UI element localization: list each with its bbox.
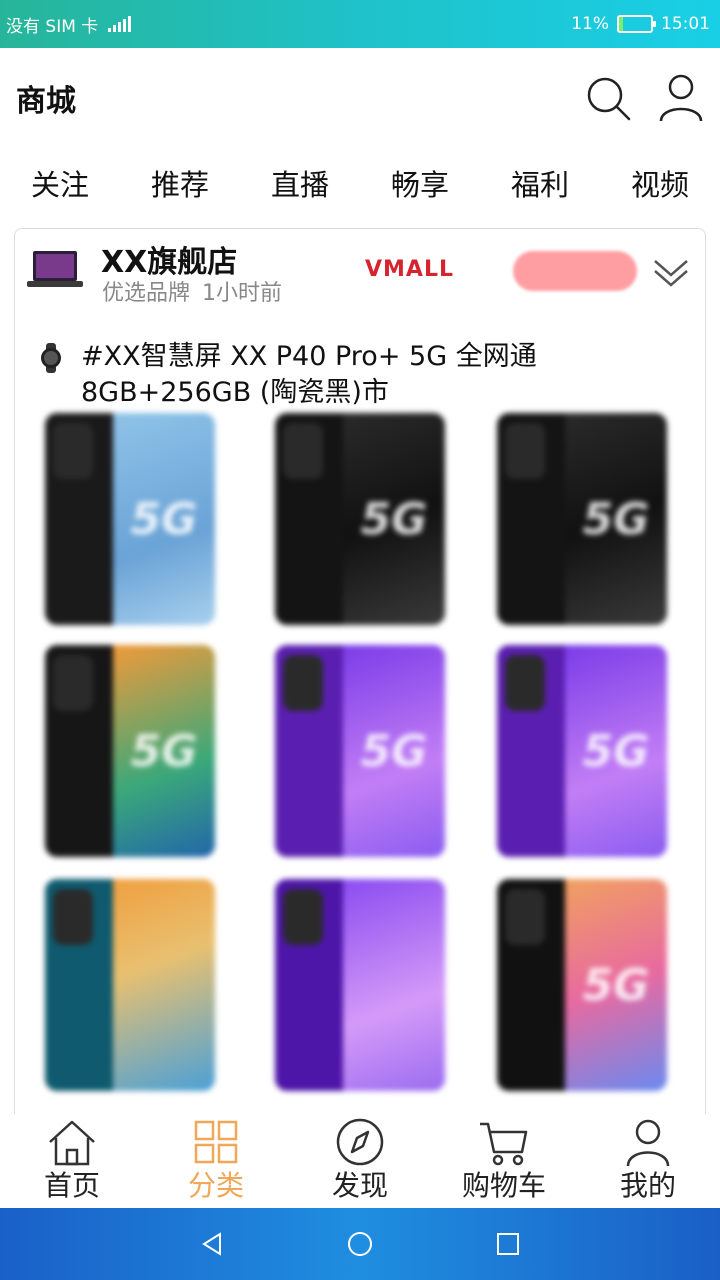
cart-icon (480, 1122, 528, 1166)
battery-fill (619, 17, 623, 31)
status-right: 11% 15:01 (571, 14, 710, 34)
clock: 15:01 (661, 14, 710, 34)
store-avatar[interactable] (27, 249, 83, 293)
post-time: 1小时前 (202, 281, 283, 306)
app-bar: 商城 (0, 48, 720, 148)
nav-label-home: 首页 (43, 1169, 100, 1202)
nav-cart[interactable]: 购物车 (439, 1114, 569, 1204)
status-bar: 没有 SIM 卡 11% 15:01 (0, 0, 720, 48)
watch-icon (41, 343, 61, 373)
carrier-text: 没有 SIM 卡 (6, 16, 99, 37)
user-icon[interactable] (658, 73, 704, 123)
post-text-line-2: 8GB+256GB (陶瓷黑)市 (81, 377, 389, 408)
tab-follow[interactable]: 关注 (31, 162, 89, 204)
page-title: 商城 (16, 84, 76, 119)
product-image[interactable]: 5G (275, 413, 445, 625)
nav-label-cart: 购物车 (461, 1169, 546, 1202)
product-image[interactable]: 5G (45, 645, 215, 857)
product-image[interactable] (275, 879, 445, 1091)
post-meta: 优选品牌 1小时前 (102, 275, 282, 307)
status-left: 没有 SIM 卡 (6, 12, 132, 37)
system-nav-bar (0, 1208, 720, 1280)
chevron-down-icon[interactable] (651, 251, 691, 291)
post-card[interactable]: XX旗舰店 优选品牌 1小时前 VMALL #XX智慧屏 XX P40 Pro+ … (14, 228, 706, 1128)
home-circle-icon[interactable] (346, 1230, 374, 1258)
post-text-line-1: #XX智慧屏 XX P40 Pro+ 5G 全网通 (81, 341, 537, 372)
tab-benefits[interactable]: 福利 (511, 162, 569, 204)
product-image[interactable] (45, 879, 215, 1091)
signal-icon (108, 16, 132, 32)
bottom-nav: 首页 分类 发现 购物车 我的 (0, 1114, 720, 1208)
product-image[interactable]: 5G (497, 879, 667, 1091)
recents-icon[interactable] (494, 1230, 522, 1258)
tab-enjoy[interactable]: 畅享 (391, 162, 449, 204)
nav-label-category: 分类 (187, 1169, 244, 1202)
nav-label-discover: 发现 (331, 1169, 388, 1202)
vmall-logo: VMALL (365, 257, 454, 282)
nav-discover[interactable]: 发现 (295, 1114, 425, 1204)
product-image[interactable]: 5G (275, 645, 445, 857)
category-tabs: 关注 推荐 直播 畅享 福利 视频 (0, 150, 720, 216)
nav-label-me: 我的 (619, 1169, 676, 1202)
product-image[interactable]: 5G (497, 413, 667, 625)
product-image[interactable]: 5G (45, 413, 215, 625)
compass-icon (336, 1118, 384, 1166)
post-header: XX旗舰店 优选品牌 1小时前 VMALL (15, 229, 705, 309)
home-icon (49, 1120, 95, 1166)
grid-icon (194, 1120, 238, 1164)
person-icon (626, 1119, 670, 1166)
tab-recommend[interactable]: 推荐 (151, 162, 209, 204)
battery-percent: 11% (571, 14, 609, 34)
post-category: 优选品牌 (102, 281, 191, 306)
tab-video[interactable]: 视频 (631, 162, 689, 204)
post-text: #XX智慧屏 XX P40 Pro+ 5G 全网通 8GB+256GB (陶瓷黑… (39, 339, 599, 411)
product-image[interactable]: 5G (497, 645, 667, 857)
search-icon[interactable] (584, 74, 632, 122)
nav-me[interactable]: 我的 (583, 1114, 713, 1204)
back-icon[interactable] (198, 1230, 226, 1258)
tab-live[interactable]: 直播 (271, 162, 329, 204)
nav-home[interactable]: 首页 (7, 1114, 137, 1204)
header-actions (584, 73, 704, 123)
nav-category[interactable]: 分类 (151, 1114, 281, 1204)
follow-button[interactable] (513, 251, 637, 291)
battery-icon (617, 15, 656, 33)
